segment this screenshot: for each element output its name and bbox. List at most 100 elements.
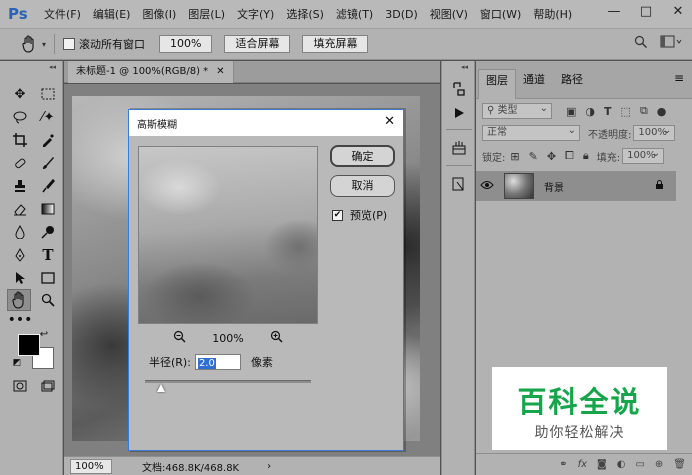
cancel-button[interactable]: 取消 — [330, 175, 395, 197]
move-tool-icon[interactable]: ✥ — [8, 83, 32, 105]
lock-position-icon[interactable]: ✥ — [547, 150, 556, 163]
radius-input[interactable]: 2.0 — [194, 354, 241, 370]
scroll-all-checkbox[interactable] — [63, 38, 76, 50]
blur-tool-icon[interactable] — [8, 221, 32, 243]
visibility-eye-icon[interactable] — [476, 179, 498, 193]
preview-checkbox[interactable]: ✔ — [332, 209, 343, 221]
layer-style-icon[interactable]: fx — [578, 459, 587, 470]
status-menu-icon[interactable]: › — [267, 461, 271, 472]
expand-dock-icon[interactable]: ◂◂ — [442, 61, 474, 73]
crop-tool-icon[interactable] — [8, 129, 32, 151]
tab-paths[interactable]: 路径 — [554, 69, 590, 99]
menu-window[interactable]: 窗口(W) — [474, 6, 527, 22]
new-group-icon[interactable]: ▭ — [635, 459, 644, 470]
quick-mask-icon[interactable] — [8, 375, 32, 397]
menu-help[interactable]: 帮助(H) — [527, 6, 578, 22]
lock-transparent-icon[interactable]: ⊞ — [510, 150, 519, 163]
menu-3d[interactable]: 3D(D) — [379, 8, 424, 21]
menu-layer[interactable]: 图层(L) — [182, 6, 231, 22]
adjustments-panel-icon[interactable] — [448, 137, 470, 159]
close-icon[interactable]: ✕ — [384, 114, 395, 129]
fill-screen-button[interactable]: 填充屏幕 — [302, 35, 369, 53]
document-tab[interactable]: 未标题-1 @ 100%(RGB/8) * ✕ — [68, 61, 234, 83]
gradient-tool-icon[interactable] — [36, 198, 60, 220]
marquee-tool-icon[interactable] — [36, 83, 60, 105]
new-layer-icon[interactable]: ⊕ — [655, 459, 663, 470]
shape-filter-icon[interactable]: ⬚ — [621, 105, 631, 118]
menu-file[interactable]: 文件(F) — [38, 6, 87, 22]
tab-channels[interactable]: 通道 — [516, 69, 552, 99]
menu-select[interactable]: 选择(S) — [280, 6, 330, 22]
smart-object-filter-icon[interactable]: ⧉ — [640, 104, 648, 118]
healing-brush-tool-icon[interactable] — [8, 152, 32, 174]
opacity-field[interactable]: 100% — [633, 124, 676, 141]
type-tool-icon[interactable]: T — [36, 244, 60, 266]
add-mask-icon[interactable]: ◙ — [597, 459, 607, 470]
blend-mode-select[interactable]: 正常 — [482, 124, 580, 141]
history-brush-tool-icon[interactable] — [36, 175, 60, 197]
blur-preview[interactable] — [138, 146, 318, 324]
zoom-in-icon[interactable] — [270, 330, 283, 346]
menu-edit[interactable]: 编辑(E) — [87, 6, 137, 22]
type-filter-icon[interactable]: T — [604, 105, 612, 118]
clone-stamp-tool-icon[interactable] — [8, 175, 32, 197]
zoom-level-field[interactable]: 100% — [70, 458, 112, 474]
new-adjustment-icon[interactable]: ◐ — [617, 459, 626, 470]
hand-tool-icon[interactable] — [7, 289, 31, 311]
lock-all-icon[interactable]: 🔒︎ — [583, 149, 589, 163]
eyedropper-tool-icon[interactable] — [36, 129, 60, 151]
brush-tool-icon[interactable] — [36, 152, 60, 174]
filter-type-select[interactable]: ⚲ 类型 — [482, 102, 552, 119]
dodge-tool-icon[interactable] — [36, 221, 60, 243]
close-icon[interactable]: ✕ — [664, 0, 692, 22]
fill-field[interactable]: 100% — [622, 147, 665, 164]
path-selection-tool-icon[interactable] — [8, 267, 32, 289]
workspace-icon[interactable] — [660, 35, 682, 52]
actions-play-icon[interactable] — [448, 102, 470, 124]
menu-view[interactable]: 视图(V) — [424, 6, 474, 22]
maximize-icon[interactable]: □ — [632, 0, 660, 22]
layer-name[interactable]: 背景 — [544, 179, 564, 194]
minimize-icon[interactable]: — — [600, 0, 628, 22]
collapse-icon[interactable]: ◂◂ — [0, 61, 62, 73]
magic-wand-tool-icon[interactable]: ⁄✦ — [36, 106, 60, 128]
panel-menu-icon[interactable]: ≡ — [674, 71, 684, 85]
menu-filter[interactable]: 滤镜(T) — [330, 6, 379, 22]
tab-layers[interactable]: 图层 — [478, 69, 516, 99]
foreground-color-swatch[interactable] — [18, 334, 40, 356]
zoom-out-icon[interactable] — [173, 330, 186, 346]
link-layers-icon[interactable]: ⚭ — [559, 459, 567, 470]
layer-row-background[interactable]: 背景 — [476, 171, 676, 201]
search-icon[interactable] — [634, 35, 648, 52]
lasso-tool-icon[interactable] — [8, 106, 32, 128]
fill-label: 填充: — [596, 152, 621, 164]
radius-slider-thumb[interactable] — [157, 384, 165, 392]
preset-dropdown-icon[interactable]: ▾ — [42, 40, 46, 49]
default-colors-icon[interactable]: ◩ — [10, 357, 24, 369]
pixel-filter-icon[interactable]: ▣ — [566, 105, 576, 118]
rectangle-tool-icon[interactable] — [36, 267, 60, 289]
zoom-tool-icon[interactable] — [36, 289, 60, 311]
history-panel-icon[interactable] — [448, 78, 470, 100]
menu-image[interactable]: 图像(I) — [136, 6, 182, 22]
more-tools-icon[interactable]: ••• — [8, 309, 33, 331]
preview-checkbox-row[interactable]: ✔ 预览(P) — [332, 207, 387, 223]
ok-button[interactable]: 确定 — [330, 145, 395, 167]
lock-artboard-icon[interactable]: ⧠ — [565, 149, 574, 163]
hand-tool-preset-icon[interactable] — [18, 33, 40, 55]
delete-layer-icon[interactable]: 🗑︎ — [673, 459, 686, 470]
zoom-100-button[interactable]: 100% — [159, 35, 213, 53]
filter-toggle-icon[interactable]: ● — [657, 105, 667, 118]
radius-value: 2.0 — [197, 358, 216, 369]
screen-mode-icon[interactable] — [36, 375, 60, 397]
fit-screen-button[interactable]: 适合屏幕 — [224, 35, 291, 53]
menu-type[interactable]: 文字(Y) — [231, 6, 280, 22]
radius-slider-track[interactable] — [145, 380, 311, 383]
eraser-tool-icon[interactable] — [8, 198, 32, 220]
pen-tool-icon[interactable] — [8, 244, 32, 266]
properties-panel-icon[interactable] — [448, 173, 470, 195]
dialog-titlebar[interactable]: 高斯模糊 ✕ — [129, 110, 403, 136]
adjustment-filter-icon[interactable]: ◑ — [585, 105, 595, 118]
lock-pixels-icon[interactable]: ✎ — [529, 150, 538, 163]
close-tab-icon[interactable]: ✕ — [216, 66, 224, 77]
